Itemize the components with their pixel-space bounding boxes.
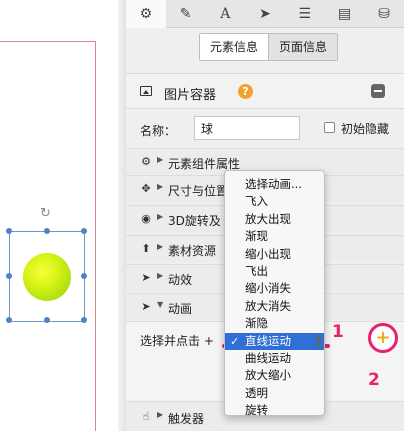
caret-right-icon: ▶: [157, 410, 164, 419]
gear-icon[interactable]: ⚙: [126, 0, 166, 28]
annotation-number-2: 2: [368, 370, 380, 390]
section-label: 触发器: [168, 412, 205, 426]
resize-handle-se[interactable]: [81, 317, 87, 323]
dropdown-option[interactable]: 飞出: [225, 263, 324, 280]
panel-divider: [118, 0, 126, 431]
dropdown-option[interactable]: 缩小消失: [225, 280, 324, 297]
artboard-right-edge: [95, 41, 96, 431]
dropdown-option[interactable]: 曲线运动: [225, 350, 324, 367]
dropdown-option[interactable]: 飞入: [225, 193, 324, 210]
resize-handle-n[interactable]: [44, 228, 50, 234]
tab-element-info[interactable]: 元素信息: [200, 34, 269, 60]
caret-down-icon: ▼: [157, 300, 164, 309]
dropdown-option[interactable]: 透明: [225, 385, 324, 402]
resize-handle-sw[interactable]: [6, 317, 12, 323]
rotate-handle-icon[interactable]: ↻: [40, 207, 51, 221]
dropdown-option[interactable]: 缩小出现: [225, 246, 324, 263]
dropdown-option[interactable]: 渐现: [225, 228, 324, 245]
tab-page-info[interactable]: 页面信息: [268, 34, 338, 60]
container-title: 图片容器: [164, 88, 217, 103]
dropdown-option[interactable]: 渐隐: [225, 315, 324, 332]
canvas[interactable]: ↻: [0, 0, 122, 431]
caret-right-icon: ▶: [157, 182, 164, 191]
section-label: 3D旋转及: [168, 214, 221, 228]
list-icon[interactable]: ☰: [285, 0, 325, 28]
help-icon[interactable]: ?: [238, 84, 253, 99]
resize-handle-w[interactable]: [6, 273, 12, 279]
caret-right-icon: ▶: [157, 271, 164, 280]
select-arrows-icon: ▲ ▼: [315, 331, 322, 349]
dropdown-option[interactable]: 旋转: [225, 402, 324, 419]
panel-toolbar: ⚙ ✎ A ➤ ☰ ▤ ⛁: [126, 0, 404, 28]
dropdown-option[interactable]: 放大缩小: [225, 367, 324, 384]
name-label: 名称：: [140, 124, 177, 138]
document-icon[interactable]: ▤: [325, 0, 365, 28]
caret-right-icon: ▶: [157, 242, 164, 251]
gear-icon: ⚙: [141, 155, 151, 168]
check-icon: ✓: [230, 334, 240, 348]
caret-right-icon: ▶: [157, 155, 164, 164]
initial-hide-label: 初始隐藏: [341, 122, 390, 136]
image-container-header: 图片容器 ?: [126, 73, 404, 109]
section-label: 素材资源: [168, 244, 217, 258]
move-icon: ✥: [141, 182, 151, 195]
database-icon[interactable]: ⛁: [364, 0, 404, 28]
pointer-icon: ☝: [142, 410, 150, 423]
text-icon[interactable]: A: [205, 0, 245, 28]
artboard-top-edge: [0, 41, 95, 42]
resize-handle-nw[interactable]: [6, 228, 12, 234]
caret-right-icon: ▶: [157, 212, 164, 221]
dropdown-option[interactable]: 放大消失: [225, 298, 324, 315]
section-label: 动画: [168, 302, 193, 316]
image-icon: [140, 86, 152, 96]
resize-handle-ne[interactable]: [81, 228, 87, 234]
dropdown-option[interactable]: 放大出现: [225, 211, 324, 228]
pencil-icon[interactable]: ✎: [166, 0, 206, 28]
dropdown-option-selected[interactable]: ✓ 直线运动 ▲ ▼: [225, 331, 324, 350]
send-icon[interactable]: ➤: [245, 0, 285, 28]
initial-hide-checkbox[interactable]: [324, 122, 335, 133]
info-tabs: 元素信息 页面信息: [199, 33, 339, 61]
send-icon: ➤: [141, 271, 151, 284]
section-label: 尺寸与位置: [168, 184, 229, 198]
globe-icon: ◉: [141, 212, 151, 225]
name-input[interactable]: [194, 116, 300, 140]
resize-handle-s[interactable]: [44, 317, 50, 323]
ball-image[interactable]: [23, 253, 71, 301]
resize-handle-e[interactable]: [81, 273, 87, 279]
upload-icon: ⬆: [141, 242, 151, 255]
add-animation-button[interactable]: [368, 323, 398, 353]
section-label: 动效: [168, 273, 193, 287]
annotation-number-1: 1: [332, 322, 344, 342]
animation-dropdown[interactable]: 选择动画... 飞入 放大出现 渐现 缩小出现 飞出 缩小消失 放大消失 渐隐 …: [224, 170, 325, 419]
select-and-click-label: 选择并点击 +: [140, 334, 214, 348]
send-icon: ➤: [141, 300, 151, 313]
dropdown-option[interactable]: 选择动画...: [225, 176, 324, 193]
collapse-icon[interactable]: [371, 84, 385, 98]
